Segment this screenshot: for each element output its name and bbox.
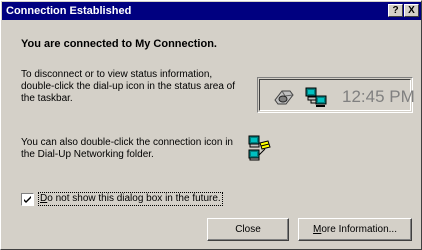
- taskbar-clock: 12:45 PM: [342, 87, 415, 106]
- status-area-inset: 12:45 PM: [259, 79, 415, 111]
- close-button[interactable]: Close: [207, 218, 289, 241]
- close-window-button[interactable]: X: [404, 4, 419, 17]
- close-icon: X: [408, 5, 415, 16]
- checkmark-icon: [24, 196, 31, 203]
- dial-up-connection-icon: [248, 135, 271, 161]
- help-button[interactable]: ?: [388, 4, 403, 17]
- speaker-icon: [274, 90, 294, 105]
- disconnect-instructions: To disconnect or to view status informat…: [21, 69, 236, 104]
- connection-heading: You are connected to My Connection.: [21, 38, 217, 50]
- do-not-show-checkbox[interactable]: [21, 193, 34, 206]
- more-information-button[interactable]: More Information...: [298, 218, 412, 241]
- help-icon: ?: [392, 5, 399, 16]
- do-not-show-label[interactable]: Do not show this dialog box in the futur…: [38, 192, 223, 206]
- connection-established-dialog: Connection Established ? X You are conne…: [0, 0, 422, 250]
- folder-instructions: You can also double-click the connection…: [21, 137, 233, 160]
- taskbar-status-area-preview: 12:45 PM: [257, 77, 415, 113]
- window-title: Connection Established: [6, 5, 132, 17]
- network-connection-icon: [305, 87, 327, 107]
- title-bar[interactable]: Connection Established ? X: [2, 2, 421, 20]
